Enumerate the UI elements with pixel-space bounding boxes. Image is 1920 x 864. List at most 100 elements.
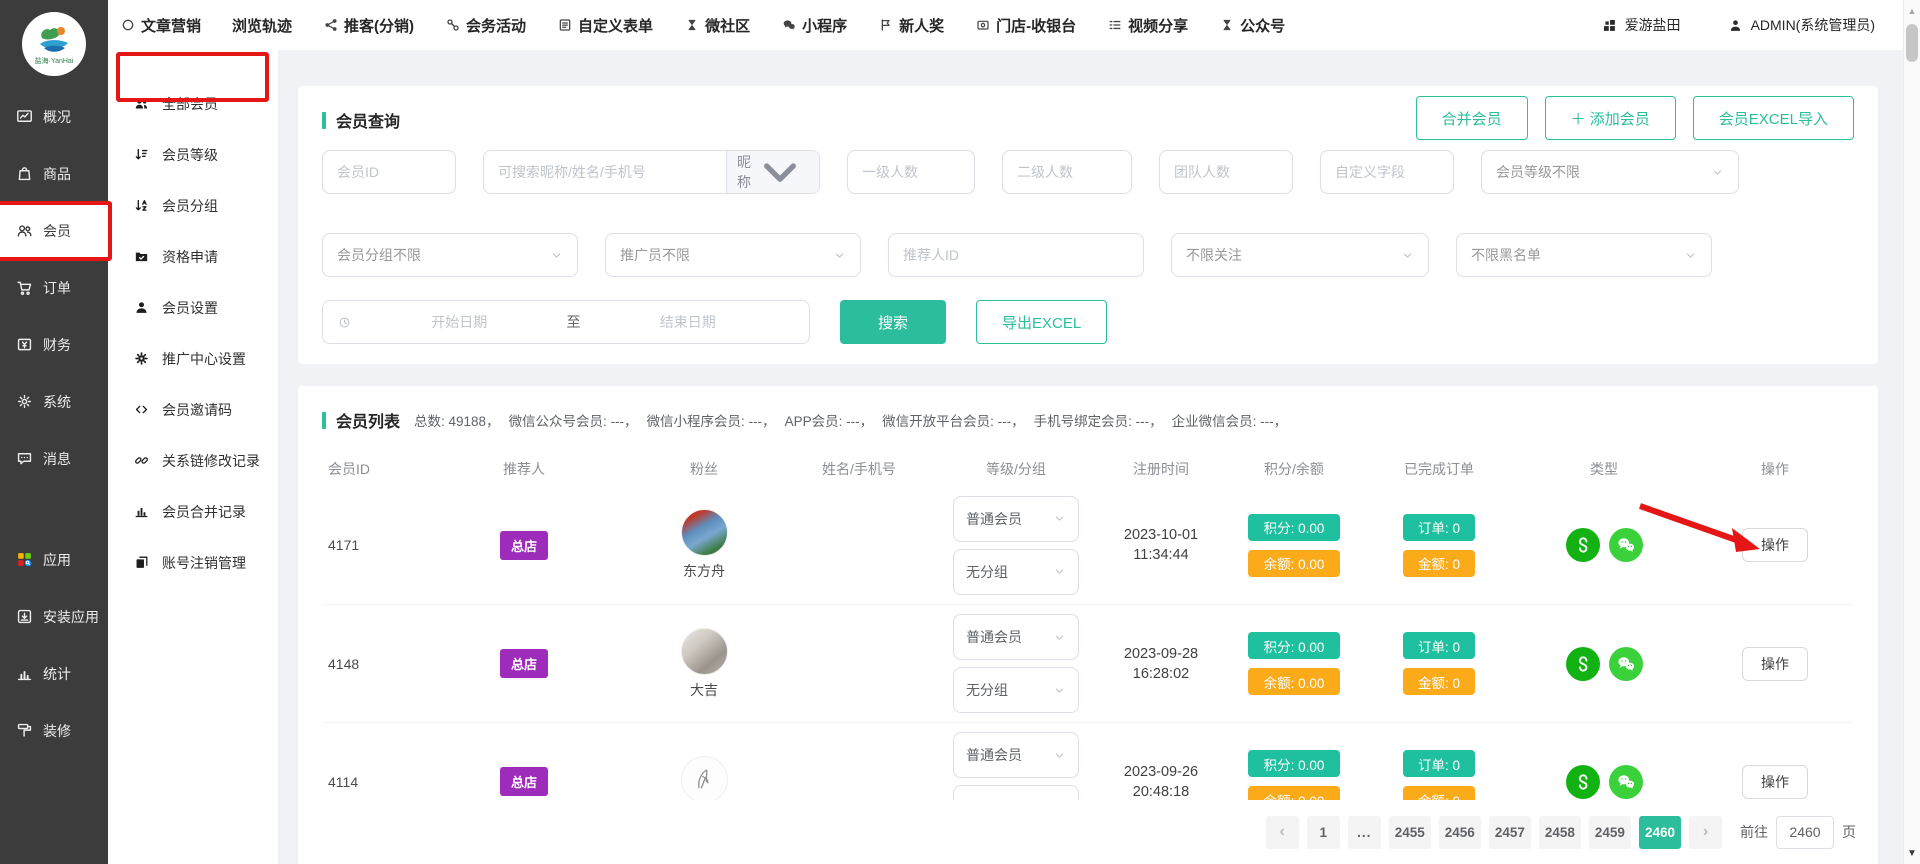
install-icon bbox=[15, 607, 34, 626]
sidebar-item-messages[interactable]: 消息 bbox=[0, 430, 108, 487]
search-combo: 可搜索昵称/姓名/手机号 昵称 bbox=[483, 150, 820, 194]
blacklist-filter-select[interactable]: 不限黑名单 bbox=[1456, 233, 1712, 277]
sidebar-item-statistics[interactable]: 统计 bbox=[0, 645, 108, 702]
vertical-scrollbar[interactable]: ▲ ▼ bbox=[1903, 0, 1920, 864]
nav-item-mini-program[interactable]: 小程序 bbox=[781, 15, 847, 36]
referrer-id-input[interactable]: 推荐人ID bbox=[888, 233, 1144, 277]
level-group-cell: 普通会员 无分组 bbox=[953, 496, 1079, 595]
sidebar-item-orders[interactable]: 订单 bbox=[0, 259, 108, 316]
search-button[interactable]: 搜索 bbox=[840, 300, 946, 344]
stat-mini-program: 微信小程序会员: ---， bbox=[647, 410, 776, 430]
page-button-1[interactable]: 1 bbox=[1307, 816, 1340, 849]
col-type: 类型 bbox=[1510, 459, 1698, 479]
avatar bbox=[681, 628, 728, 675]
register-date: 2023-10-01 bbox=[1124, 527, 1198, 543]
sidebar-item-goods[interactable]: 商品 bbox=[0, 145, 108, 202]
search-type-select[interactable]: 昵称 bbox=[726, 151, 819, 193]
submenu-item-all-members[interactable]: 全部会员 bbox=[108, 78, 278, 129]
scroll-up-arrow[interactable]: ▲ bbox=[1904, 6, 1920, 16]
prev-page-button[interactable]: ‹ bbox=[1266, 816, 1299, 849]
apps-icon bbox=[15, 550, 34, 569]
fan-name: 大吉 bbox=[690, 680, 718, 700]
submenu-item-relation-log[interactable]: 关系链修改记录 bbox=[108, 435, 278, 486]
type-cell bbox=[1566, 647, 1643, 681]
scroll-down-arrow[interactable]: ▼ bbox=[1904, 848, 1920, 859]
submenu-item-account-cancel[interactable]: 账号注销管理 bbox=[108, 537, 278, 588]
end-date-placeholder[interactable]: 结束日期 bbox=[581, 312, 796, 332]
submenu-item-invite-code[interactable]: 会员邀请码 bbox=[108, 384, 278, 435]
stat-phone-bound: 手机号绑定会员: ---， bbox=[1034, 410, 1163, 430]
nav-item-micro-community[interactable]: 微社区 bbox=[684, 15, 750, 36]
table-row: 4171 总店 东方舟 普通会员 无分组 2023-10-0111:34:44 … bbox=[322, 486, 1852, 604]
nav-item-browse-track[interactable]: 浏览轨迹 bbox=[232, 15, 292, 36]
nav-item-conference[interactable]: 会务活动 bbox=[445, 15, 526, 36]
submenu-item-member-groups[interactable]: 会员分组 bbox=[108, 180, 278, 231]
next-page-button[interactable]: › bbox=[1689, 816, 1722, 849]
page-button-2456[interactable]: 2456 bbox=[1439, 816, 1481, 849]
goto-page-input[interactable] bbox=[1776, 816, 1834, 849]
promoter-select[interactable]: 推广员不限 bbox=[605, 233, 861, 277]
level2-count-input[interactable]: 二级人数 bbox=[1002, 150, 1132, 194]
team-count-input[interactable]: 团队人数 bbox=[1159, 150, 1293, 194]
page-button-current[interactable]: 2460 bbox=[1639, 816, 1681, 849]
nav-item-newcomer-award[interactable]: 新人奖 bbox=[878, 15, 944, 36]
merge-members-button[interactable]: 合并会员 bbox=[1416, 96, 1528, 140]
page-button-2458[interactable]: 2458 bbox=[1539, 816, 1581, 849]
nav-item-video-share[interactable]: 视频分享 bbox=[1107, 15, 1188, 36]
submenu-item-merge-log[interactable]: 会员合并记录 bbox=[108, 486, 278, 537]
page-button-2459[interactable]: 2459 bbox=[1589, 816, 1631, 849]
app-window: 盐海·YanHai 概况 商品 会员 订单 财务 系统 消息 bbox=[0, 0, 1920, 864]
submenu-item-qualification[interactable]: 资格申请 bbox=[108, 231, 278, 282]
sidebar-item-label: 商品 bbox=[43, 164, 71, 184]
member-query-panel: 会员查询 合并会员 ＋ 添加会员 会员EXCEL导入 会员ID 可搜索昵称/姓名… bbox=[298, 86, 1878, 364]
row-action-button[interactable]: 操作 bbox=[1742, 765, 1808, 799]
orders-amount-cell: 订单: 0金额: 0 bbox=[1403, 514, 1475, 577]
level-select[interactable]: 普通会员 bbox=[953, 732, 1079, 778]
sidebar-item-install-apps[interactable]: 安装应用 bbox=[0, 588, 108, 645]
member-id: 4114 bbox=[322, 774, 428, 790]
level-select[interactable]: 普通会员 bbox=[953, 614, 1079, 660]
excel-import-button[interactable]: 会员EXCEL导入 bbox=[1693, 96, 1854, 140]
sidebar-item-members[interactable]: 会员 bbox=[0, 202, 108, 259]
group-select[interactable]: 无分组 bbox=[953, 549, 1079, 595]
follow-filter-select[interactable]: 不限关注 bbox=[1171, 233, 1429, 277]
nav-item-custom-forms[interactable]: 自定义表单 bbox=[557, 15, 653, 36]
workspace-switcher[interactable]: 爱游盐田 bbox=[1601, 15, 1681, 35]
sidebar-item-overview[interactable]: 概况 bbox=[0, 88, 108, 145]
sidebar-item-finance[interactable]: 财务 bbox=[0, 316, 108, 373]
row-action-button[interactable]: 操作 bbox=[1742, 528, 1808, 562]
nav-item-distribution[interactable]: 推客(分销) bbox=[323, 15, 414, 36]
level1-count-input[interactable]: 一级人数 bbox=[847, 150, 975, 194]
nav-item-store-cashier[interactable]: 门店-收银台 bbox=[975, 15, 1076, 36]
group-select[interactable]: 无分组 bbox=[953, 667, 1079, 713]
page-button-2457[interactable]: 2457 bbox=[1489, 816, 1531, 849]
date-range-picker[interactable]: 开始日期 至 结束日期 bbox=[322, 300, 810, 344]
col-completed-orders: 已完成订单 bbox=[1368, 459, 1510, 479]
row-action-button[interactable]: 操作 bbox=[1742, 647, 1808, 681]
scrollbar-thumb[interactable] bbox=[1906, 24, 1918, 62]
sidebar-item-apps[interactable]: 应用 bbox=[0, 531, 108, 588]
submenu-item-promo-center[interactable]: 推广中心设置 bbox=[108, 333, 278, 384]
member-level-select[interactable]: 会员等级不限 bbox=[1481, 150, 1739, 194]
member-id-input[interactable]: 会员ID bbox=[322, 150, 456, 194]
member-group-select[interactable]: 会员分组不限 bbox=[322, 233, 578, 277]
search-input[interactable]: 可搜索昵称/姓名/手机号 bbox=[484, 151, 726, 193]
add-member-button[interactable]: ＋ 添加会员 bbox=[1545, 96, 1676, 140]
submenu-item-member-levels[interactable]: 会员等级 bbox=[108, 129, 278, 180]
sidebar-item-decorate[interactable]: 装修 bbox=[0, 702, 108, 759]
export-excel-button[interactable]: 导出EXCEL bbox=[976, 300, 1107, 344]
start-date-placeholder[interactable]: 开始日期 bbox=[352, 312, 567, 332]
account-menu[interactable]: ADMIN(系统管理员) bbox=[1727, 15, 1875, 35]
nav-item-official-account[interactable]: 公众号 bbox=[1219, 15, 1285, 36]
nav-item-article-marketing[interactable]: 文章营销 bbox=[120, 15, 201, 36]
level-select[interactable]: 普通会员 bbox=[953, 496, 1079, 542]
sidebar-item-system[interactable]: 系统 bbox=[0, 373, 108, 430]
fan-name: 东方舟 bbox=[683, 561, 725, 581]
hourglass-icon bbox=[684, 17, 700, 33]
list-title-text: 会员列表 bbox=[336, 408, 400, 432]
chevron-down-icon bbox=[1401, 249, 1414, 262]
submenu-item-member-settings[interactable]: 会员设置 bbox=[108, 282, 278, 333]
custom-field-input[interactable]: 自定义字段 bbox=[1320, 150, 1454, 194]
page-ellipsis[interactable]: ... bbox=[1348, 816, 1381, 849]
page-button-2455[interactable]: 2455 bbox=[1389, 816, 1431, 849]
